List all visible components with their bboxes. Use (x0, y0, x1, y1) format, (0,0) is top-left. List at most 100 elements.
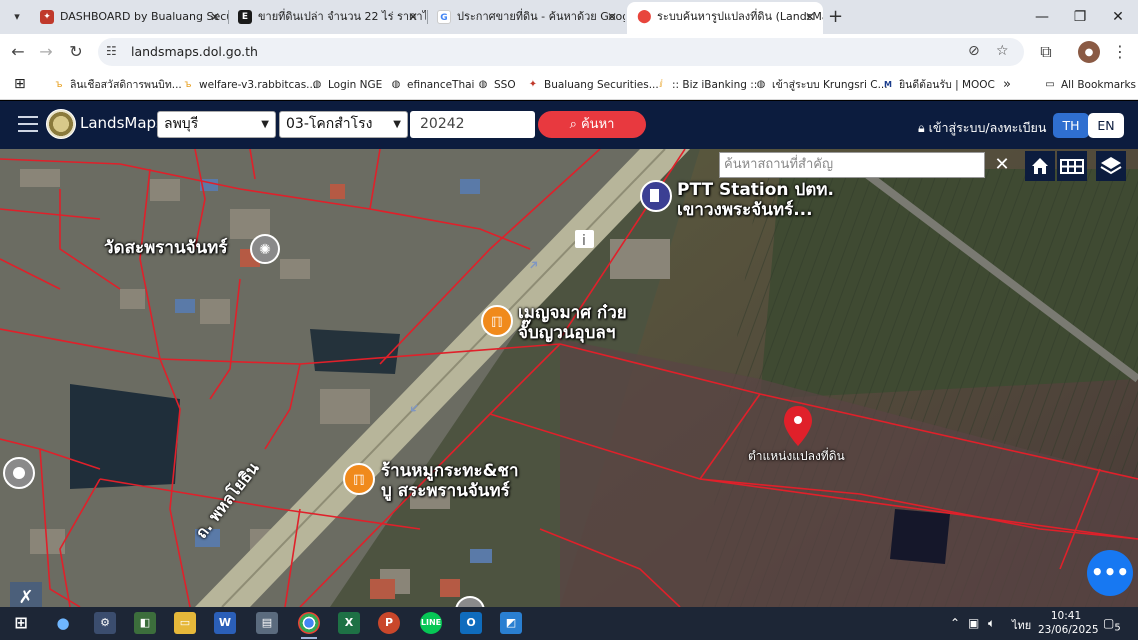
province-select[interactable]: ลพบุรี ▼ (157, 111, 276, 138)
excel-icon[interactable]: X (338, 612, 360, 634)
globe-icon: ◍ (756, 79, 766, 90)
url-text[interactable]: landsmaps.dol.go.th (131, 44, 258, 59)
all-bookmarks-button[interactable]: ▭ All Bookmarks (1043, 76, 1136, 94)
network-icon[interactable]: ▣ (968, 616, 979, 630)
site-info-icon[interactable]: ☷ (106, 44, 117, 58)
poi-label-restaurant[interactable]: เมญจมาศ ก๋วย จั๊บญวนอุบลฯ (518, 303, 627, 343)
bookmark-item[interactable]: ✦ Bualuang Securities... (526, 76, 659, 94)
chrome-icon[interactable] (298, 612, 320, 634)
app-icon[interactable]: ▤ (256, 612, 278, 634)
fork-knife-glyph: ℿ (491, 315, 503, 331)
bookmark-item[interactable]: ◍ เข้าสู่ระบบ Krungsri C... (754, 76, 888, 94)
line-icon[interactable]: LINE (420, 612, 442, 634)
notifications-icon[interactable]: ▢5 (1103, 616, 1121, 633)
app-icon[interactable]: ◩ (500, 612, 522, 634)
district-select[interactable]: 03-โคกสำโรง ▼ (279, 111, 408, 138)
bookmark-label: Login NGE (328, 79, 383, 91)
restore-button[interactable]: ❐ (1061, 0, 1099, 34)
apps-grid-icon[interactable]: ⊞ (14, 75, 26, 93)
bookmark-label: ยินดีต้อนรับ | MOOC (899, 79, 995, 91)
powerpoint-icon[interactable]: P (378, 612, 400, 634)
fork-knife-glyph: ℿ (353, 473, 365, 489)
browser-tab[interactable]: G ประกาศขายที่ดิน - ค้นหาด้วย Goog ✕ (427, 0, 625, 34)
landmark-search-input[interactable]: ค้นหาสถานที่สำคัญ (719, 152, 985, 178)
bookmark-label: efinanceThai (407, 79, 475, 91)
hamburger-menu-icon[interactable] (18, 116, 38, 137)
browser-tab-active[interactable]: ⬤ ระบบค้นหารูปแปลงที่ดิน (LandsMaps ✕ (627, 2, 823, 34)
address-bar[interactable]: ☷ landsmaps.dol.go.th ⊘ ☆ (98, 38, 1024, 66)
home-icon (1032, 158, 1048, 174)
tab-search-menu-icon[interactable]: ▾ (6, 6, 28, 28)
bookmark-item[interactable]: ◍ Login NGE (310, 76, 383, 94)
poi-label-ptt[interactable]: PTT Station ปตท. เขาวงพระจันทร์... (677, 180, 834, 220)
bookmark-item[interactable]: ⅈ:: Biz iBanking :: (654, 76, 757, 94)
parcel-number-input[interactable]: 20242 (410, 111, 535, 138)
satellite-map[interactable]: ✺ ℿ ℿ i ➔ ➔ PTT Station ปตท. เขาวงพระจัน… (0, 149, 1138, 607)
google-icon: G (437, 10, 451, 24)
close-tab-icon[interactable]: ✕ (607, 0, 617, 34)
tools-icon[interactable]: ✗ (10, 582, 42, 607)
login-label: เข้าสู่ระบบ/ลงทะเบียน (928, 120, 1047, 135)
outlook-icon[interactable]: O (460, 612, 482, 634)
district-value: 03-โคกสำโรง (286, 116, 373, 132)
home-button[interactable] (1025, 151, 1055, 181)
poi-label-temple[interactable]: วัดสะพรานจันทร์ (104, 238, 228, 258)
app-icon[interactable]: ◧ (134, 612, 156, 634)
bookmark-item[interactable]: ъ ลินเชือสวัสดิการพนบิท... (52, 76, 181, 94)
browser-tab[interactable]: ✦ DASHBOARD by Bualuang Secu ✕ (30, 0, 228, 34)
close-tab-icon[interactable]: ✕ (805, 2, 815, 32)
layers-button[interactable] (1096, 151, 1126, 181)
globe-icon: ◍ (312, 79, 322, 90)
bookmark-item[interactable]: M ยินดีต้อนรับ | MOOC (881, 76, 995, 94)
windows-start-icon[interactable]: ⊞ (10, 612, 32, 634)
minimize-button[interactable]: — (1023, 0, 1061, 34)
file-explorer-icon[interactable]: ▭ (174, 612, 196, 634)
close-tab-icon[interactable]: ✕ (210, 0, 220, 34)
grid-button[interactable] (1057, 151, 1087, 181)
search-button[interactable]: ⌕ ค้นหา (538, 111, 646, 138)
layers-icon (1100, 157, 1122, 175)
profile-avatar[interactable]: ● (1078, 41, 1100, 63)
people-icon[interactable]: ● (52, 612, 74, 634)
more-options-button[interactable]: ••• (1087, 550, 1133, 596)
new-tab-button[interactable]: + (828, 6, 843, 28)
browser-tab[interactable]: E ขายที่ดินเปล่า จำนวน 22 ไร่ ราคาไร่ ✕ (228, 0, 426, 34)
more-bookmarks-button[interactable]: » (1003, 76, 1011, 94)
back-button[interactable]: ← (6, 40, 30, 64)
clock-date: 23/06/2025 (1038, 624, 1099, 636)
lang-th-button[interactable]: TH (1053, 113, 1089, 138)
close-tab-icon[interactable]: ✕ (408, 0, 418, 34)
poi-label-line: วัดสะพรานจันทร์ (104, 238, 228, 258)
lang-en-button[interactable]: EN (1088, 113, 1124, 138)
bookmark-item[interactable]: ◍ SSO (476, 76, 516, 94)
chevron-up-icon[interactable]: ⌃ (950, 616, 960, 630)
chevron-down-icon: ▼ (261, 119, 269, 130)
extensions-icon[interactable]: ⧉ (1034, 40, 1058, 64)
close-icon[interactable]: ✕ (988, 152, 1016, 178)
forward-button[interactable]: → (34, 40, 58, 64)
browser-menu-icon[interactable]: ⋮ (1108, 40, 1132, 64)
system-clock[interactable]: 10:41 23/06/2025 (1038, 609, 1099, 637)
bookmark-star-icon[interactable]: ☆ (996, 43, 1009, 59)
map-canvas[interactable]: ✺ ℿ ℿ i ➔ ➔ (0, 149, 1138, 607)
e-icon: E (238, 10, 252, 24)
poi-label-restaurant[interactable]: ร้านหมูกระทะ&ชา บู สระพรานจันทร์ (381, 461, 519, 501)
bookmark-label: SSO (494, 79, 516, 91)
bookmark-item[interactable]: ъ welfare-v3.rabbitcas... (181, 76, 316, 94)
language-indicator[interactable]: ไทย (1012, 616, 1031, 634)
search-button-label: ค้นหา (580, 117, 615, 132)
bookmark-fav: ъ (184, 79, 192, 90)
login-link[interactable]: 🔒︎ เข้าสู่ระบบ/ลงทะเบียน (918, 118, 1046, 138)
poi-label-line: บู สระพรานจันทร์ (381, 481, 510, 501)
close-window-button[interactable]: ✕ (1099, 0, 1137, 34)
eye-off-icon[interactable]: ⊘ (968, 43, 980, 59)
bookmark-label: welfare-v3.rabbitcas... (199, 79, 317, 91)
bookmark-fav: ⅈ (659, 79, 663, 90)
chevron-down-icon: ▼ (393, 119, 401, 130)
reload-button[interactable]: ↻ (64, 40, 88, 64)
map-pin-icon: ⬤ (637, 9, 652, 24)
control-panel-icon[interactable]: ⚙ (94, 612, 116, 634)
word-icon[interactable]: W (214, 612, 236, 634)
bookmark-item[interactable]: ◍ efinanceThai (389, 76, 475, 94)
volume-icon[interactable]: 🔈︎ (988, 616, 995, 631)
